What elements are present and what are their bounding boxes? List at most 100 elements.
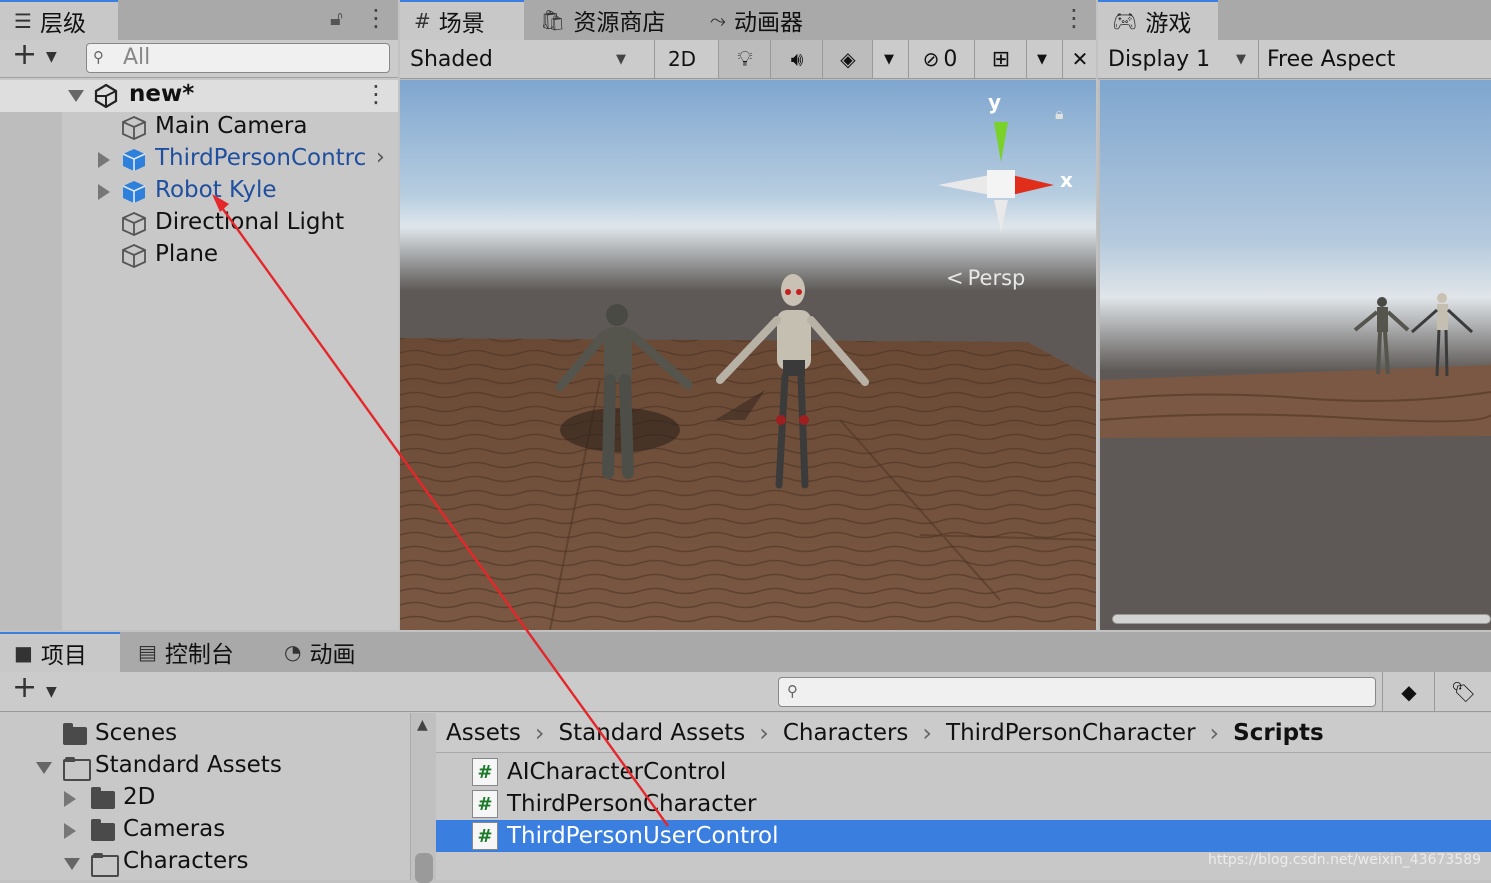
csharp-script-icon: # <box>472 758 498 786</box>
folder-tree-item[interactable]: Standard Assets <box>0 751 410 783</box>
hierarchy-item-label: Plane <box>155 241 219 267</box>
folder-tree-item[interactable]: Cameras <box>0 815 410 847</box>
project-search-input[interactable]: ⚲ <box>778 677 1376 707</box>
lock-icon[interactable]: 🔓︎ <box>330 6 343 30</box>
breadcrumb-separator-icon: › <box>759 718 769 747</box>
tab-game[interactable]: 🎮︎ 游戏 <box>1098 0 1218 40</box>
file-item[interactable]: # ThirdPersonCharacter <box>436 788 1491 820</box>
hidden-objects-toggle[interactable]: ⊘ 0 <box>908 40 971 78</box>
search-input[interactable]: ⚲ All <box>86 43 390 73</box>
clock-icon: ◔ <box>284 640 302 664</box>
tab-label: 动画器 <box>734 10 803 36</box>
persp-label[interactable]: < Persp <box>946 266 1025 290</box>
hierarchy-item[interactable]: ThirdPersonContrc › <box>0 144 398 176</box>
effects-dropdown[interactable]: ▼ <box>872 40 905 78</box>
chevron-down-icon: ▼ <box>884 51 894 67</box>
folder-icon <box>63 757 91 781</box>
breadcrumb-item[interactable]: Characters <box>783 720 909 746</box>
breadcrumb-separator-icon: › <box>1209 718 1220 747</box>
breadcrumb-item[interactable]: Assets <box>446 720 521 746</box>
create-icon[interactable]: + <box>12 670 37 705</box>
tab-scene-0[interactable]: # 场景 <box>400 0 524 40</box>
breadcrumb-item[interactable]: Standard Assets <box>558 720 745 746</box>
tools-button[interactable]: ✕ <box>1062 40 1097 78</box>
folder-label: 2D <box>123 784 156 810</box>
gameobject-cube-icon <box>122 116 146 140</box>
csharp-script-icon: # <box>472 822 498 850</box>
bag-icon: 🛍︎ <box>540 8 566 32</box>
folder-label: Cameras <box>123 816 226 842</box>
tree-scrollbar[interactable]: ▲ <box>410 713 436 883</box>
folder-tree-item[interactable]: Characters <box>0 847 410 879</box>
scene-menu-icon[interactable]: ⋮ <box>364 80 388 108</box>
audio-toggle[interactable]: 🔊︎ <box>770 40 823 78</box>
tab-label: 项目 <box>40 643 87 669</box>
aspect-dropdown[interactable]: Free Aspect <box>1258 40 1491 78</box>
prefab-cube-icon <box>122 181 146 203</box>
horizontal-scrollbar[interactable] <box>1112 614 1491 624</box>
effects-toggle[interactable]: ◈ <box>822 40 873 78</box>
scene-viewport[interactable]: y x 🔒︎ < Persp <box>400 80 1096 630</box>
scroll-thumb[interactable] <box>415 853 433 883</box>
folder-label: Standard Assets <box>95 752 282 778</box>
breadcrumb-item[interactable]: Scripts <box>1233 720 1324 746</box>
filter-by-type-button[interactable]: ◆ <box>1382 672 1435 712</box>
add-icon[interactable]: + <box>12 37 37 72</box>
project-panel: ■ 项目 ▤ 控制台 ◔ 动画 + ▼ ⚲ ◆ 🏷︎ SampleScenes Scenes… <box>0 632 1491 883</box>
display-dropdown[interactable]: Display 1 ▼ <box>1098 40 1266 78</box>
hierarchy-item[interactable]: Plane <box>0 240 398 272</box>
chevron-down-icon: ▼ <box>616 52 626 67</box>
hierarchy-item[interactable]: Directional Light <box>0 208 398 240</box>
toggle-2d-button[interactable]: 2D <box>654 40 709 78</box>
expand-down-icon[interactable] <box>36 762 52 774</box>
folder-label: Scenes <box>95 720 178 746</box>
file-item[interactable]: # ThirdPersonUserControl <box>436 820 1491 852</box>
chevron-down-icon[interactable]: ▼ <box>46 684 57 700</box>
scene-more-icon[interactable]: ⋮ <box>1062 4 1086 32</box>
scene-root-row[interactable]: new* ⋮ <box>0 80 398 112</box>
breadcrumb: Assets › Standard Assets › Characters › ThirdP… <box>436 713 1491 753</box>
tab-scene-1[interactable]: 🛍︎ 资源商店 <box>526 0 694 40</box>
tab-project-0[interactable]: ■ 项目 <box>0 632 120 672</box>
tab-project-1[interactable]: ▤ 控制台 <box>124 632 266 672</box>
chevron-right-icon[interactable]: › <box>372 145 385 170</box>
expand-arrow-icon[interactable] <box>98 184 110 200</box>
folder-icon <box>91 819 115 841</box>
gizmo-lock-icon[interactable]: 🔒︎ <box>1055 104 1064 124</box>
more-menu-icon[interactable]: ⋮ <box>364 4 388 32</box>
persp-icon: < <box>946 266 964 290</box>
list-icon: ☰ <box>14 9 32 33</box>
tag-icon: 🏷︎ <box>1450 680 1477 704</box>
scene-panel: # 场景 🛍︎ 资源商店 ⤳ 动画器 ⋮ Shaded ▼ 2D 💡︎ 🔊︎ ◈ ▼ ⊘ … <box>400 0 1096 630</box>
expand-arrow-icon[interactable] <box>98 152 110 168</box>
file-label: ThirdPersonUserControl <box>507 823 779 849</box>
game-viewport[interactable] <box>1100 80 1491 630</box>
scroll-up-icon[interactable]: ▲ <box>417 717 428 733</box>
breadcrumb-item[interactable]: ThirdPersonCharacter <box>946 720 1196 746</box>
folder-tree-item[interactable]: 2D <box>0 783 410 815</box>
expand-down-icon[interactable] <box>64 858 80 870</box>
filter-by-label-button[interactable]: 🏷︎ <box>1434 672 1491 712</box>
hierarchy-item[interactable]: Robot Kyle <box>0 176 398 208</box>
folder-label: Characters <box>123 848 249 874</box>
tab-scene-2[interactable]: ⤳ 动画器 <box>696 0 836 40</box>
folder-tree-item[interactable]: Scenes <box>0 719 410 751</box>
hierarchy-item-label: Robot Kyle <box>155 177 277 203</box>
folder-tree: SampleScenes Scenes Standard Assets 2D Camer… <box>0 713 410 880</box>
lighting-toggle[interactable]: 💡︎ <box>718 40 771 78</box>
expand-arrow-icon[interactable] <box>68 90 84 102</box>
animator-icon: ⤳ <box>710 8 726 32</box>
expand-right-icon[interactable] <box>64 823 76 839</box>
tab-hierarchy[interactable]: ☰ 层级 <box>0 0 118 40</box>
character-ethan[interactable] <box>550 295 700 485</box>
grid-toggle[interactable]: ⊞ <box>974 40 1027 78</box>
chevron-down-icon[interactable]: ▼ <box>46 49 57 65</box>
tab-label: 控制台 <box>164 642 234 668</box>
character-robot-kyle[interactable] <box>705 270 875 495</box>
grid-dropdown[interactable]: ▼ <box>1026 40 1057 78</box>
file-item[interactable]: # AICharacterControl <box>436 756 1491 788</box>
expand-right-icon[interactable] <box>64 791 76 807</box>
tab-project-2[interactable]: ◔ 动画 <box>270 632 390 672</box>
hierarchy-item[interactable]: Main Camera <box>0 112 398 144</box>
shading-mode-dropdown[interactable]: Shaded ▼ <box>400 40 654 78</box>
